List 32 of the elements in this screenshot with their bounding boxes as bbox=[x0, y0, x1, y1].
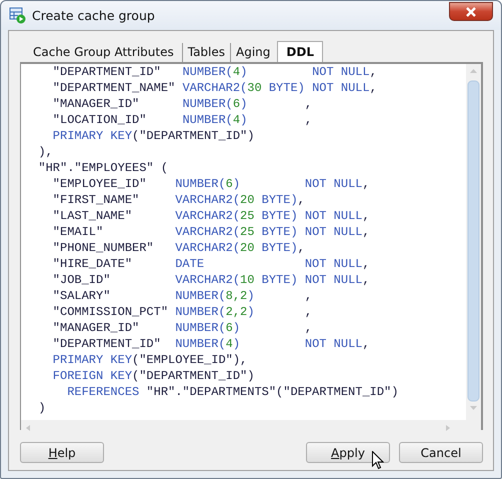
code-line: "DEPARTMENT_ID" NUMBER(4) NOT NULL, bbox=[52, 336, 371, 352]
code-line: "HIRE_DATE" DATE NOT NULL, bbox=[52, 256, 371, 272]
table-play-icon bbox=[9, 7, 26, 24]
code-line: "LAST_NAME" VARCHAR2(25 BYTE) NOT NULL, bbox=[52, 208, 371, 224]
code-line: "SALARY" NUMBER(8,2) , bbox=[52, 288, 314, 304]
code-line: ), bbox=[37, 144, 54, 160]
code-line: "PHONE_NUMBER" VARCHAR2(20 BYTE), bbox=[52, 240, 306, 256]
code-line: "FIRST_NAME" VARCHAR2(20 BYTE), bbox=[52, 192, 306, 208]
close-button[interactable] bbox=[449, 2, 493, 21]
code-line: PRIMARY KEY("DEPARTMENT_ID") bbox=[52, 128, 256, 144]
code-line: "LOCATION_ID" NUMBER(4) , bbox=[52, 112, 314, 128]
code-line: "MANAGER_ID" NUMBER(6) , bbox=[52, 320, 314, 336]
code-line: FOREIGN KEY("DEPARTMENT_ID") bbox=[52, 368, 256, 384]
code-line: "MANAGER_ID" NUMBER(6) , bbox=[52, 96, 314, 112]
code-line: REFERENCES "HR"."DEPARTMENTS"("DEPARTMENT_ID") bbox=[66, 384, 400, 400]
close-icon bbox=[465, 6, 477, 16]
tab[interactable]: Cache Group Attributes bbox=[28, 43, 182, 62]
window-title: Create cache group bbox=[32, 8, 156, 23]
code-line: "DEPARTMENT_ID" NUMBER(4) NOT NULL, bbox=[52, 64, 378, 80]
code-line: "EMAIL" VARCHAR2(25 BYTE) NOT NULL, bbox=[52, 224, 371, 240]
code-line: "COMMISSION_PCT" NUMBER(2,2) , bbox=[52, 304, 314, 320]
code-line: ) bbox=[37, 400, 47, 416]
code-line: "JOB_ID" VARCHAR2(10 BYTE) NOT NULL, bbox=[52, 272, 371, 288]
dialog-button[interactable]: Cancel bbox=[399, 442, 483, 463]
code-line: "EMPLOYEE_ID" NUMBER(6) NOT NULL, bbox=[52, 176, 371, 192]
mouse-pointer-icon bbox=[372, 451, 384, 470]
dialog-button[interactable]: Apply bbox=[306, 442, 390, 463]
code-line: "DEPARTMENT_NAME" VARCHAR2(30 BYTE) NOT NULL, bbox=[52, 80, 378, 96]
tab[interactable]: DDL bbox=[277, 41, 323, 62]
code-line: "HR"."EMPLOYEES" ( bbox=[37, 160, 170, 176]
code-line: PRIMARY KEY("EMPLOYEE_ID"), bbox=[52, 352, 248, 368]
dialog-button[interactable]: Help bbox=[20, 442, 104, 463]
